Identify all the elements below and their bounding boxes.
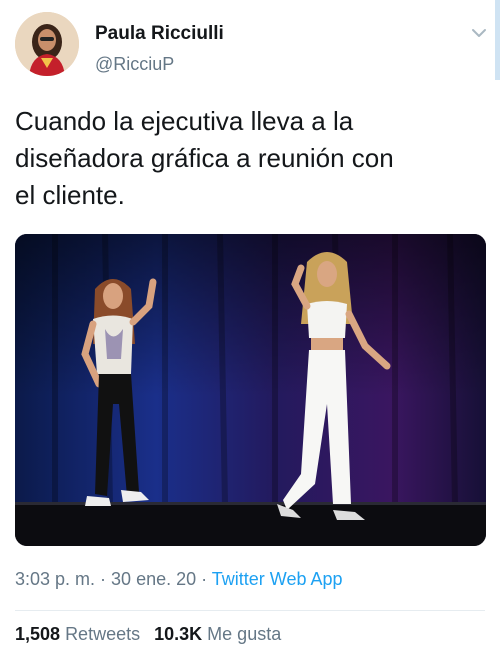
divider [15,610,485,611]
stage-photo-illustration [15,234,486,546]
tweet-stats: 1,508 Retweets 10.3K Me gusta [15,624,281,645]
likes-label: Me gusta [207,624,282,644]
likes-count: 10.3K [154,624,203,644]
tweet-date[interactable]: 30 ene. 20 [111,569,196,589]
likes-stat[interactable]: 10.3K Me gusta [154,624,281,644]
avatar[interactable] [15,12,79,76]
chevron-down-icon[interactable] [470,24,488,42]
scrollbar[interactable] [495,0,500,80]
retweets-count: 1,508 [15,624,61,644]
source-app-link[interactable]: Twitter Web App [212,569,343,589]
retweets-label: Retweets [65,624,141,644]
author-name[interactable]: Paula Ricciulli [95,23,224,45]
tweet-photo[interactable] [15,234,486,546]
author-handle[interactable]: @RicciuP [95,54,174,75]
tweet-meta: 3:03 p. m. · 30 ene. 20 · Twitter Web Ap… [15,569,343,590]
avatar-image [15,12,79,76]
tweet-text: Cuando la ejecutiva lleva a la diseñador… [15,106,394,210]
tweet-time[interactable]: 3:03 p. m. [15,569,95,589]
meta-separator: · [95,569,112,589]
tweet-card: Paula Ricciulli @RicciuP Cuando la ejecu… [0,0,500,658]
retweets-stat[interactable]: 1,508 Retweets [15,624,140,644]
meta-separator: · [196,569,212,589]
